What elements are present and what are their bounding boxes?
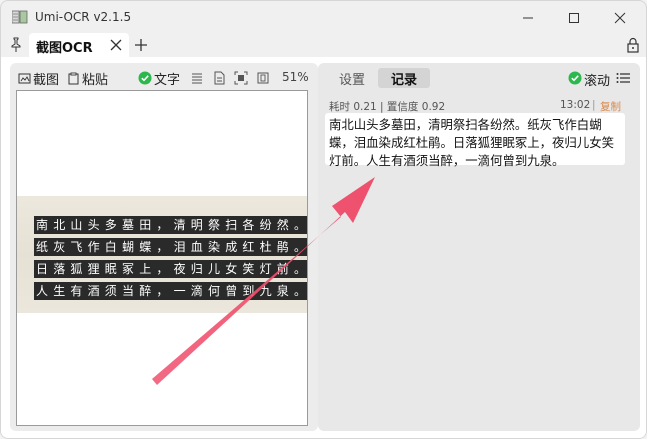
pin-icon[interactable] — [9, 37, 23, 53]
ocr-line-highlight: 南北山头多墓田，清明祭扫各纷然。 — [34, 216, 307, 234]
check-icon — [138, 71, 152, 85]
close-icon[interactable] — [109, 38, 123, 52]
text-toggle-label: 文字 — [154, 72, 181, 88]
close-window-button[interactable] — [600, 5, 640, 31]
meta-separator: | — [592, 99, 596, 111]
lock-icon[interactable] — [626, 37, 640, 53]
window-icon[interactable] — [256, 71, 270, 85]
scan-icon[interactable] — [234, 71, 248, 85]
screenshot-icon — [18, 73, 31, 83]
paste-icon — [68, 72, 79, 84]
image-toolbar: 截图 粘贴 文字 51% — [10, 63, 318, 91]
list-icon[interactable] — [190, 71, 204, 85]
record-item[interactable]: 南北山头多墓田，清明祭扫各纷然。纸灰飞作白蝴蝶，泪血染成红杜鹃。日落狐狸眠冢上，… — [325, 113, 625, 168]
minimize-button[interactable] — [508, 5, 548, 31]
image-canvas[interactable]: 南北山头多墓田，清明祭扫各纷然。 纸灰飞作白蝴蝶，泪血染成红杜鹃。 日落狐狸眠冢… — [16, 90, 308, 426]
record-text[interactable]: 南北山头多墓田，清明祭扫各纷然。纸灰飞作白蝴蝶，泪血染成红杜鹃。日落狐狸眠冢上，… — [329, 116, 625, 170]
close-icon — [614, 12, 626, 24]
plus-icon[interactable] — [134, 37, 148, 53]
minimize-icon — [523, 17, 533, 19]
zoom-level: 51% — [282, 70, 309, 84]
record-meta: 耗时 0.21 | 置信度 0.92 — [329, 101, 446, 113]
check-icon[interactable] — [568, 71, 582, 85]
tab-settings[interactable]: 设置 — [326, 68, 378, 88]
screenshot-button[interactable]: 截图 — [18, 69, 60, 88]
tab-label: 截图OCR — [36, 41, 93, 56]
source-image: 南北山头多墓田，清明祭扫各纷然。 纸灰飞作白蝴蝶，泪血染成红杜鹃。 日落狐狸眠冢… — [17, 196, 307, 313]
auto-scroll-label[interactable]: 滚动 — [584, 70, 610, 89]
tab-records[interactable]: 记录 — [378, 68, 430, 88]
tab-screenshot-ocr[interactable]: 截图OCR — [29, 33, 129, 57]
content-area: 截图 粘贴 文字 51% 南北山头多墓田，清明祭扫各纷然。 纸灰飞作白蝴蝶，泪血… — [1, 57, 646, 438]
show-text-toggle[interactable]: 文字 — [138, 69, 181, 88]
record-time: 13:02 — [560, 99, 591, 111]
copy-button[interactable]: 复制 — [600, 99, 621, 114]
paste-label: 粘贴 — [82, 72, 109, 88]
tab-bar: 截图OCR — [1, 33, 646, 57]
ocr-line-highlight: 日落狐狸眠冢上，夜归儿女笑灯前。 — [34, 260, 307, 278]
image-panel: 截图 粘贴 文字 51% 南北山头多墓田，清明祭扫各纷然。 纸灰飞作白蝴蝶，泪血… — [10, 63, 318, 431]
app-icon — [12, 10, 28, 24]
results-tabs: 设置 记录 — [324, 68, 430, 88]
maximize-icon — [569, 13, 579, 23]
screenshot-label: 截图 — [33, 72, 60, 88]
ocr-line-highlight: 人生有酒须当醉，一滴何曾到九泉。 — [34, 282, 307, 300]
maximize-button[interactable] — [554, 5, 594, 31]
title-bar: Umi-OCR v2.1.5 — [1, 1, 646, 33]
app-window: Umi-OCR v2.1.5 截图OCR 截图 粘贴 文字 51% 南北山头多墓… — [0, 0, 647, 439]
window-title: Umi-OCR v2.1.5 — [35, 10, 132, 24]
menu-icon[interactable] — [616, 72, 630, 84]
results-panel: 设置 记录 滚动 耗时 0.21 | 置信度 0.92 13:02 | 复制 南… — [318, 63, 640, 431]
paste-button[interactable]: 粘贴 — [67, 69, 109, 88]
ocr-line-highlight: 纸灰飞作白蝴蝶，泪血染成红杜鹃。 — [34, 238, 307, 256]
file-icon[interactable] — [212, 71, 226, 85]
